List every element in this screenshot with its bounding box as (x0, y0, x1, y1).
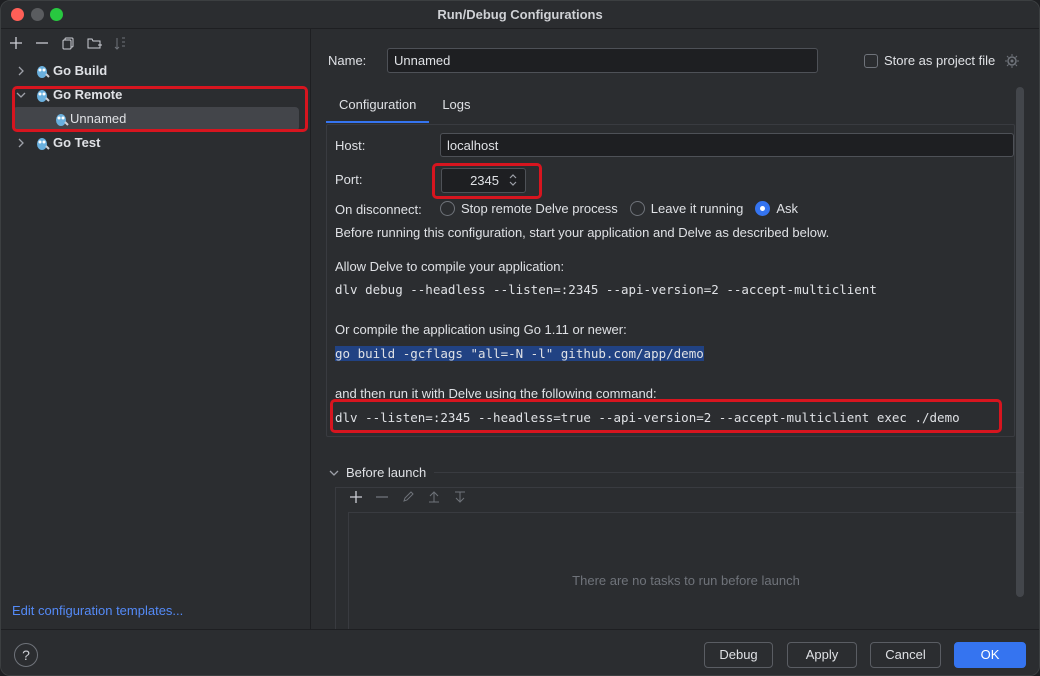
tasks-toolbar (346, 491, 470, 506)
divider (434, 472, 1024, 473)
store-as-project-checkbox[interactable] (864, 53, 878, 68)
help-button[interactable]: ? (14, 643, 38, 667)
configuration-tree: Go Build Go Remote Unnamed Go Test (1, 59, 311, 155)
port-value[interactable]: 2345 (470, 173, 499, 188)
before-launch-tasks: There are no tasks to run before launch (335, 487, 1023, 629)
radio-stop-remote[interactable] (440, 201, 455, 216)
copy-icon[interactable] (57, 33, 79, 53)
spinner-arrows-icon[interactable] (506, 172, 520, 190)
before-launch-header[interactable]: Before launch (328, 465, 426, 480)
port-label: Port: (335, 172, 363, 187)
gear-icon[interactable] (1005, 53, 1020, 68)
host-input[interactable] (440, 133, 1014, 157)
configurations-sidebar: Go Build Go Remote Unnamed Go Test Edit … (1, 29, 311, 629)
tree-item-label: Go Remote (53, 87, 123, 102)
ok-button[interactable]: OK (954, 642, 1026, 668)
gopher-icon (37, 138, 50, 150)
chevron-right-icon[interactable] (15, 63, 27, 79)
radio-label[interactable]: Stop remote Delve process (461, 201, 618, 216)
radio-label[interactable]: Leave it running (651, 201, 744, 216)
store-as-project-file[interactable]: Store as project file (864, 53, 1020, 68)
gopher-icon (56, 114, 69, 126)
disconnect-radio-group: Stop remote Delve process Leave it runni… (440, 201, 810, 216)
dialog-footer: ? Debug Apply Cancel OK (1, 629, 1039, 675)
radio-ask[interactable] (755, 201, 771, 216)
gopher-icon (37, 66, 50, 78)
tree-item-label: Unnamed (70, 111, 127, 126)
add-icon[interactable] (5, 33, 27, 53)
move-down-icon[interactable] (450, 491, 470, 506)
remove-task-icon[interactable] (372, 491, 392, 506)
name-label: Name: (328, 53, 367, 68)
cancel-button[interactable]: Cancel (870, 642, 941, 668)
info-text: Before running this configuration, start… (335, 225, 830, 240)
tab-logs[interactable]: Logs (429, 87, 483, 123)
tree-item-go-remote[interactable]: Go Remote (1, 83, 311, 107)
edit-task-icon[interactable] (398, 491, 418, 506)
remove-icon[interactable] (31, 33, 53, 53)
before-launch-title: Before launch (346, 465, 427, 480)
name-input[interactable] (387, 48, 818, 73)
go-build-command: go build -gcflags "all=-N -l" github.com… (335, 346, 704, 361)
configuration-editor: Name: Store as project file Configuratio… (312, 29, 1039, 629)
new-folder-icon[interactable] (83, 33, 105, 53)
on-disconnect-label: On disconnect: (335, 202, 422, 217)
apply-button[interactable]: Apply (787, 642, 857, 668)
debug-button[interactable]: Debug (704, 642, 773, 668)
allow-delve-label: Allow Delve to compile your application: (335, 259, 565, 274)
editor-tabs: Configuration Logs (326, 87, 484, 123)
move-up-icon[interactable] (424, 491, 444, 506)
port-stepper[interactable]: 2345 (441, 168, 526, 193)
vertical-scrollbar[interactable] (1016, 87, 1024, 597)
then-run-label: and then run it with Delve using the fol… (335, 386, 657, 401)
window-title: Run/Debug Configurations (437, 7, 603, 22)
gopher-icon (37, 90, 50, 102)
title-bar: Run/Debug Configurations (1, 1, 1039, 29)
run-debug-dialog: Run/Debug Configurations Go Build Go Rem… (0, 0, 1040, 676)
tasks-list: There are no tasks to run before launch (348, 512, 1023, 629)
add-task-icon[interactable] (346, 491, 366, 506)
sidebar-toolbar (5, 33, 131, 53)
edit-templates-link[interactable]: Edit configuration templates... (12, 603, 183, 618)
tree-item-go-test[interactable]: Go Test (1, 131, 311, 155)
radio-label[interactable]: Ask (776, 201, 798, 216)
empty-tasks-message: There are no tasks to run before launch (572, 573, 800, 588)
dlv-exec-command: dlv --listen=:2345 --headless=true --api… (335, 410, 960, 425)
tree-item-label: Go Build (53, 63, 108, 78)
chevron-down-icon[interactable] (15, 87, 27, 103)
chevron-right-icon[interactable] (15, 135, 27, 151)
tree-item-label: Go Test (53, 135, 101, 150)
dlv-debug-command: dlv debug --headless --listen=:2345 --ap… (335, 282, 877, 297)
radio-leave-running[interactable] (629, 201, 645, 216)
store-as-project-label: Store as project file (884, 53, 996, 68)
or-compile-label: Or compile the application using Go 1.11… (335, 322, 627, 337)
sort-icon[interactable] (109, 33, 131, 53)
configuration-panel: Host: Port: 2345 On disconnect: Stop rem… (326, 124, 1015, 437)
tree-item-unnamed[interactable]: Unnamed (13, 107, 299, 131)
tab-configuration[interactable]: Configuration (326, 87, 430, 123)
tree-item-go-build[interactable]: Go Build (1, 59, 311, 83)
host-label: Host: (335, 138, 366, 153)
chevron-down-icon[interactable] (328, 467, 340, 479)
